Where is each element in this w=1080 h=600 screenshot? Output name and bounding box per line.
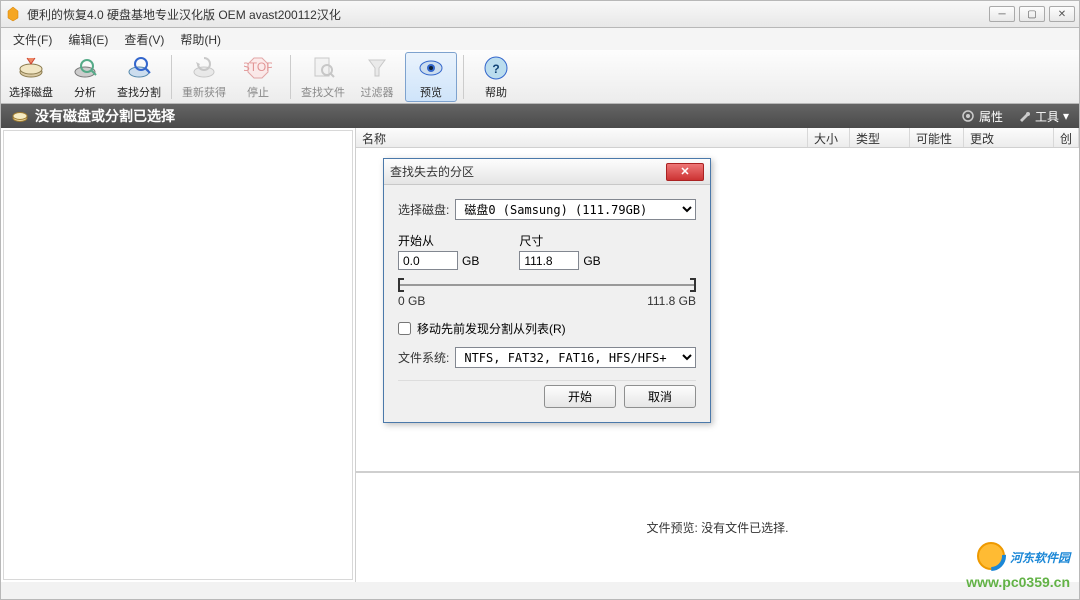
left-tree-pane bbox=[1, 128, 356, 582]
status-bar: 没有磁盘或分割已选择 属性 工具▾ bbox=[0, 104, 1080, 128]
tool-preview[interactable]: 预览 bbox=[405, 52, 457, 102]
size-unit: GB bbox=[583, 254, 600, 268]
list-header: 名称 大小 类型 可能性 更改 创造的 bbox=[356, 128, 1079, 148]
preview-icon bbox=[417, 54, 445, 82]
range-slider[interactable]: 0 GB 111.8 GB bbox=[398, 278, 696, 308]
status-disk-icon bbox=[11, 107, 29, 125]
app-icon bbox=[5, 6, 21, 22]
status-tools-label: 工具 bbox=[1035, 108, 1059, 125]
tool-reget[interactable]: 重新获得 bbox=[178, 52, 230, 102]
dialog-titlebar[interactable]: 查找失去的分区 ✕ bbox=[384, 159, 710, 185]
size-label: 尺寸 bbox=[519, 232, 600, 249]
tool-help-label: 帮助 bbox=[485, 84, 507, 100]
filesystem-select[interactable]: NTFS, FAT32, FAT16, HFS/HFS+ bbox=[455, 347, 696, 368]
maximize-button[interactable]: ▢ bbox=[1019, 6, 1045, 22]
tool-stop-label: 停止 bbox=[247, 84, 269, 100]
reget-icon bbox=[190, 54, 218, 82]
svg-text:?: ? bbox=[492, 62, 499, 76]
dialog-body: 选择磁盘: 磁盘0 (Samsung) (111.79GB) 开始从 GB 尺寸… bbox=[384, 185, 710, 422]
tool-stop[interactable]: STOP 停止 bbox=[232, 52, 284, 102]
toolbar-separator-2 bbox=[290, 55, 291, 99]
col-modified[interactable]: 更改 bbox=[964, 128, 1054, 147]
tool-help[interactable]: ? 帮助 bbox=[470, 52, 522, 102]
status-tools[interactable]: 工具▾ bbox=[1017, 108, 1069, 125]
help-icon: ? bbox=[482, 54, 510, 82]
tool-find-partition[interactable]: 查找分割 bbox=[113, 52, 165, 102]
tool-filter[interactable]: 过滤器 bbox=[351, 52, 403, 102]
bottom-statusbar bbox=[0, 582, 1080, 600]
gear-icon bbox=[961, 109, 975, 123]
move-previous-checkbox[interactable] bbox=[398, 322, 411, 335]
tool-find-partition-label: 查找分割 bbox=[117, 84, 161, 100]
tool-preview-label: 预览 bbox=[420, 84, 442, 100]
tool-filter-label: 过滤器 bbox=[361, 84, 394, 100]
slider-max-label: 111.8 GB bbox=[647, 294, 696, 308]
status-props[interactable]: 属性 bbox=[961, 108, 1003, 125]
filter-icon bbox=[363, 54, 391, 82]
disk-select[interactable]: 磁盘0 (Samsung) (111.79GB) bbox=[455, 199, 696, 220]
tool-reget-label: 重新获得 bbox=[182, 84, 226, 100]
tool-analyze[interactable]: 分析 bbox=[59, 52, 111, 102]
tool-find-file-label: 查找文件 bbox=[301, 84, 345, 100]
toolbar: 选择磁盘 分析 查找分割 重新获得 STOP 停止 查找文件 过滤器 预览 ? … bbox=[0, 50, 1080, 104]
window-titlebar: 便利的恢复4.0 硬盘基地专业汉化版 OEM avast200112汉化 ─ ▢… bbox=[0, 0, 1080, 28]
menu-file[interactable]: 文件(F) bbox=[5, 29, 60, 50]
find-file-icon bbox=[309, 54, 337, 82]
size-value-input[interactable] bbox=[519, 251, 579, 270]
menubar: 文件(F) 编辑(E) 查看(V) 帮助(H) bbox=[0, 28, 1080, 50]
window-title: 便利的恢复4.0 硬盘基地专业汉化版 OEM avast200112汉化 bbox=[27, 6, 989, 23]
preview-text: 文件预览: 没有文件已选择. bbox=[646, 519, 788, 536]
tool-select-disk[interactable]: 选择磁盘 bbox=[5, 52, 57, 102]
tool-select-disk-label: 选择磁盘 bbox=[9, 84, 53, 100]
find-lost-partition-dialog: 查找失去的分区 ✕ 选择磁盘: 磁盘0 (Samsung) (111.79GB)… bbox=[383, 158, 711, 423]
col-possibility[interactable]: 可能性 bbox=[910, 128, 964, 147]
status-title: 没有磁盘或分割已选择 bbox=[35, 106, 961, 126]
col-type[interactable]: 类型 bbox=[850, 128, 910, 147]
find-partition-icon bbox=[125, 54, 153, 82]
start-unit: GB bbox=[462, 254, 479, 268]
status-props-label: 属性 bbox=[979, 108, 1003, 125]
col-size[interactable]: 大小 bbox=[808, 128, 850, 147]
dialog-close-button[interactable]: ✕ bbox=[666, 163, 704, 181]
window-controls: ─ ▢ ✕ bbox=[989, 6, 1075, 22]
tool-analyze-label: 分析 bbox=[74, 84, 96, 100]
preview-pane: 文件预览: 没有文件已选择. bbox=[356, 472, 1079, 582]
tool-find-file[interactable]: 查找文件 bbox=[297, 52, 349, 102]
col-created[interactable]: 创造的 bbox=[1054, 128, 1079, 147]
tree-view[interactable] bbox=[3, 130, 353, 580]
wrench-icon bbox=[1017, 109, 1031, 123]
svg-text:STOP: STOP bbox=[244, 60, 272, 74]
start-from-label: 开始从 bbox=[398, 232, 479, 249]
slider-min-label: 0 GB bbox=[398, 294, 425, 308]
start-value-input[interactable] bbox=[398, 251, 458, 270]
toolbar-separator-3 bbox=[463, 55, 464, 99]
close-button[interactable]: ✕ bbox=[1049, 6, 1075, 22]
toolbar-separator bbox=[171, 55, 172, 99]
start-button[interactable]: 开始 bbox=[544, 385, 616, 408]
dialog-title: 查找失去的分区 bbox=[390, 163, 666, 180]
cancel-button[interactable]: 取消 bbox=[624, 385, 696, 408]
menu-help[interactable]: 帮助(H) bbox=[172, 29, 229, 50]
disk-icon bbox=[17, 54, 45, 82]
menu-view[interactable]: 查看(V) bbox=[116, 29, 172, 50]
move-previous-label: 移动先前发现分割从列表(R) bbox=[417, 320, 566, 337]
col-name[interactable]: 名称 bbox=[356, 128, 808, 147]
select-disk-label: 选择磁盘: bbox=[398, 201, 449, 218]
stop-icon: STOP bbox=[244, 54, 272, 82]
menu-edit[interactable]: 编辑(E) bbox=[60, 29, 116, 50]
filesystem-label: 文件系统: bbox=[398, 349, 449, 366]
minimize-button[interactable]: ─ bbox=[989, 6, 1015, 22]
analyze-icon bbox=[71, 54, 99, 82]
